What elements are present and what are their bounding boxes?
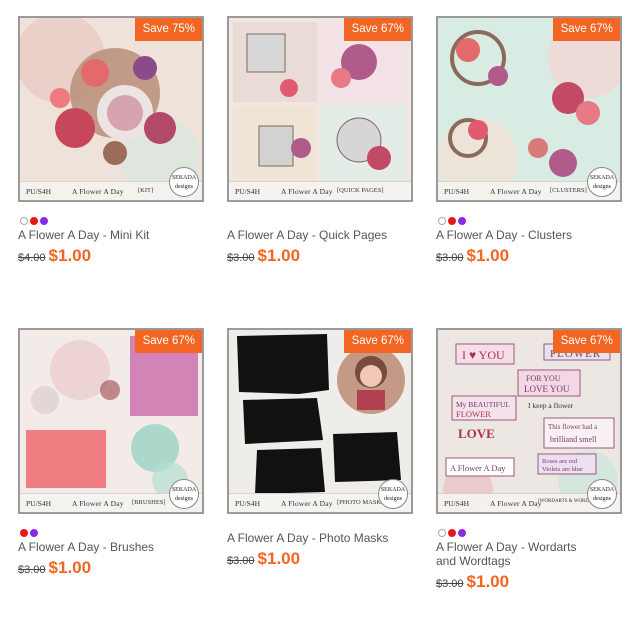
color-swatches [438, 524, 468, 537]
wordart-8: brilliand smell [550, 435, 597, 444]
product-code: PU/S4H [235, 187, 261, 196]
strip-tag: [BRUSHES] [132, 499, 166, 506]
wordart-9: LOVE [458, 426, 495, 441]
strip-tag: [CLUSTERS] [550, 187, 587, 194]
product-code: PU/S4H [235, 499, 261, 508]
original-price: $4.00 [18, 252, 46, 264]
product-image[interactable]: I ♥ YOU FLOWER FOR YOU LOVE YOU My BEAUT… [436, 328, 622, 514]
price-row: $3.00 $1.00 [436, 246, 509, 266]
product-name[interactable]: A Flower A Day - Brushes [18, 540, 204, 554]
product-image[interactable]: PU/S4H A Flower A Day [BRUSHES] SEKADA d… [18, 328, 204, 514]
product-label-strip: PU/S4H A Flower A Day [QUICK PAGES] [229, 181, 411, 200]
original-price: $3.00 [436, 578, 464, 590]
swatch-red[interactable] [20, 529, 28, 537]
strip-title: A Flower A Day [490, 499, 542, 508]
original-price: $3.00 [436, 252, 464, 264]
sekada-logo: SEKADA designs [169, 479, 199, 509]
strip-title: A Flower A Day [281, 187, 333, 196]
strip-title: A Flower A Day [72, 499, 124, 508]
sale-price: $1.00 [466, 246, 510, 265]
sale-price: $1.00 [48, 558, 92, 577]
wordart-7: This flower had a [548, 423, 598, 431]
swatch-purple[interactable] [458, 217, 466, 225]
sale-price: $1.00 [48, 246, 92, 265]
product-code: PU/S4H [26, 187, 52, 196]
swatch-white[interactable] [438, 217, 446, 225]
strip-title: A Flower A Day [281, 499, 333, 508]
price-row: $3.00 $1.00 [436, 572, 509, 592]
product-card-photo-masks[interactable]: PU/S4H A Flower A Day [PHOTO MASKS] SEKA… [227, 328, 413, 568]
wordart-12: A Flower A Day [450, 463, 506, 473]
swatch-red[interactable] [30, 217, 38, 225]
strip-title: A Flower A Day [490, 187, 542, 196]
sekada-logo: SEKADA designs [378, 479, 408, 509]
swatch-white[interactable] [438, 529, 446, 537]
strip-title: A Flower A Day [72, 187, 124, 196]
save-badge: Save 67% [552, 330, 620, 353]
color-swatches [20, 524, 40, 537]
product-code: PU/S4H [26, 499, 52, 508]
original-price: $3.00 [227, 252, 255, 264]
save-badge: Save 75% [134, 18, 202, 41]
product-name[interactable]: A Flower A Day - Wordarts and Wordtags [436, 540, 596, 568]
product-image[interactable]: PU/S4H A Flower A Day [KIT] SEKADA desig… [18, 16, 204, 202]
product-name[interactable]: A Flower A Day - Mini Kit [18, 228, 204, 242]
swatch-red[interactable] [448, 217, 456, 225]
swatch-red[interactable] [448, 529, 456, 537]
sekada-logo: SEKADA designs [169, 167, 199, 197]
product-code: PU/S4H [444, 187, 470, 196]
wordart-11: Violets are blue [542, 466, 583, 473]
price-row: $4.00 $1.00 [18, 246, 91, 266]
wordart-6: I keep a flower [528, 401, 574, 410]
sale-price: $1.00 [257, 549, 301, 568]
price-row: $3.00 $1.00 [227, 246, 300, 266]
product-image[interactable]: PU/S4H A Flower A Day [QUICK PAGES] Save… [227, 16, 413, 202]
wordart-0: I ♥ YOU [462, 348, 505, 362]
save-badge: Save 67% [343, 18, 411, 41]
swatch-white[interactable] [20, 217, 28, 225]
sekada-logo: SEKADA designs [587, 479, 617, 509]
product-code: PU/S4H [444, 499, 470, 508]
product-card-brushes[interactable]: PU/S4H A Flower A Day [BRUSHES] SEKADA d… [18, 328, 204, 577]
color-swatches [20, 212, 50, 225]
product-image[interactable]: PU/S4H A Flower A Day [CLUSTERS] SEKADA … [436, 16, 622, 202]
wordart-5: FLOWER [456, 409, 491, 419]
strip-tag: [KIT] [138, 187, 154, 194]
strip-tag: [QUICK PAGES] [337, 187, 384, 194]
wordart-10: Roses are red [542, 458, 578, 465]
product-name[interactable]: A Flower A Day - Quick Pages [227, 228, 413, 242]
product-image[interactable]: PU/S4H A Flower A Day [PHOTO MASKS] SEKA… [227, 328, 413, 514]
product-card-quick-pages[interactable]: PU/S4H A Flower A Day [QUICK PAGES] Save… [227, 16, 413, 265]
wordart-4: My BEAUTIFUL [456, 400, 510, 409]
save-badge: Save 67% [343, 330, 411, 353]
color-swatches [438, 212, 468, 225]
original-price: $3.00 [227, 555, 255, 567]
product-name[interactable]: A Flower A Day - Photo Masks [227, 531, 413, 545]
product-card-wordarts[interactable]: I ♥ YOU FLOWER FOR YOU LOVE YOU My BEAUT… [436, 328, 622, 591]
save-badge: Save 67% [134, 330, 202, 353]
swatch-purple[interactable] [458, 529, 466, 537]
product-artwork [229, 18, 411, 200]
save-badge: Save 67% [552, 18, 620, 41]
price-row: $3.00 $1.00 [227, 549, 300, 569]
product-card-clusters[interactable]: PU/S4H A Flower A Day [CLUSTERS] SEKADA … [436, 16, 622, 265]
product-name[interactable]: A Flower A Day - Clusters [436, 228, 622, 242]
swatch-purple[interactable] [30, 529, 38, 537]
product-card-mini-kit[interactable]: PU/S4H A Flower A Day [KIT] SEKADA desig… [18, 16, 204, 265]
wordart-2: FOR YOU [526, 374, 561, 383]
swatch-purple[interactable] [40, 217, 48, 225]
sale-price: $1.00 [257, 246, 301, 265]
sekada-logo: SEKADA designs [587, 167, 617, 197]
wordart-3: LOVE YOU [524, 384, 570, 394]
price-row: $3.00 $1.00 [18, 558, 91, 578]
sale-price: $1.00 [466, 572, 510, 591]
original-price: $3.00 [18, 564, 46, 576]
